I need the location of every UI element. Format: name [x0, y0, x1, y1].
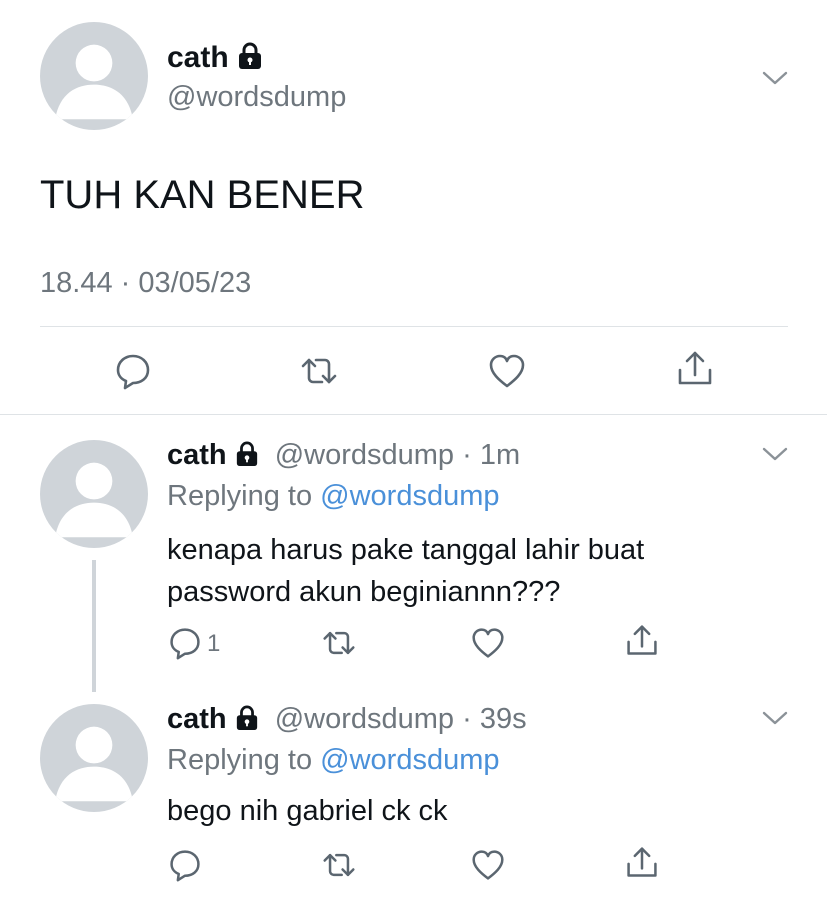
divider	[40, 326, 788, 327]
share-icon[interactable]	[625, 846, 659, 880]
handle[interactable]: @wordsdump	[167, 80, 346, 114]
retweet-icon[interactable]	[322, 848, 356, 882]
relative-time[interactable]: · 39s	[462, 703, 526, 735]
reply-icon[interactable]	[168, 626, 202, 660]
replying-to-label: Replying to	[167, 480, 313, 512]
tweet-timestamp[interactable]: 18.44 · 03/05/23	[40, 265, 251, 301]
retweet-icon[interactable]	[300, 352, 338, 390]
display-name[interactable]: cath	[167, 703, 227, 735]
lock-icon	[237, 42, 263, 79]
reply-text-line: kenapa harus pake tanggal lahir buat	[167, 534, 645, 566]
reply-icon[interactable]	[114, 352, 152, 390]
share-icon[interactable]	[676, 350, 714, 388]
like-icon[interactable]	[488, 352, 526, 390]
display-name[interactable]: cath	[167, 41, 229, 74]
handle[interactable]: @wordsdump	[275, 703, 454, 735]
reply-text: kenapa harus pake tanggal lahir buat pas…	[167, 529, 644, 613]
like-icon[interactable]	[471, 848, 505, 882]
reply-icon[interactable]	[168, 848, 202, 882]
tweet-text: TUH KAN BENER	[40, 173, 365, 217]
avatar[interactable]	[40, 22, 148, 130]
handle[interactable]: @wordsdump	[275, 439, 454, 471]
lock-icon	[235, 704, 259, 740]
like-icon[interactable]	[471, 626, 505, 660]
reply-text-line: password akun beginiannn???	[167, 576, 561, 608]
reply-count: 1	[207, 630, 221, 657]
chevron-down-icon[interactable]	[762, 446, 788, 462]
chevron-down-icon[interactable]	[762, 710, 788, 726]
thread-line	[92, 560, 96, 692]
display-name[interactable]: cath	[167, 439, 227, 471]
relative-time[interactable]: · 1m	[462, 439, 520, 471]
replying-to-link[interactable]: @wordsdump	[320, 744, 499, 776]
avatar[interactable]	[40, 704, 148, 812]
section-divider	[0, 414, 827, 415]
retweet-icon[interactable]	[322, 626, 356, 660]
chevron-down-icon[interactable]	[762, 70, 788, 86]
reply-text: bego nih gabriel ck ck	[167, 790, 448, 832]
replying-to-link[interactable]: @wordsdump	[320, 480, 499, 512]
share-icon[interactable]	[625, 624, 659, 658]
replying-to-label: Replying to	[167, 744, 313, 776]
lock-icon	[235, 440, 259, 476]
reply-text-line: bego nih gabriel ck ck	[167, 795, 448, 827]
avatar[interactable]	[40, 440, 148, 548]
